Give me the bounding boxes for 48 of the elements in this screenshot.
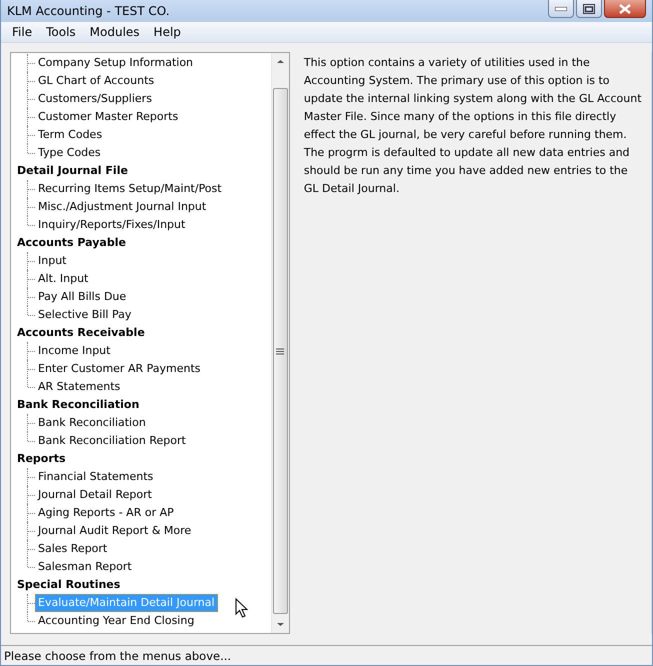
tree-item[interactable]: Financial Statements	[35, 468, 156, 486]
tree-item[interactable]: Recurring Items Setup/Maint/Post	[35, 180, 225, 198]
tree-item[interactable]: Inquiry/Reports/Fixes/Input	[35, 216, 188, 234]
tree-item[interactable]: Journal Detail Report	[35, 486, 155, 504]
tree-item[interactable]: Term Codes	[35, 126, 106, 144]
window-title: KLM Accounting - TEST CO.	[7, 4, 170, 18]
status-text: Please choose from the menus above...	[4, 648, 232, 662]
tree-item[interactable]: Aging Reports - AR or AP	[35, 504, 177, 522]
scroll-thumb[interactable]	[272, 88, 288, 614]
tree-group-label[interactable]: Special Routines	[11, 576, 271, 594]
tree-item[interactable]: Alt. Input	[35, 270, 92, 288]
maximize-button[interactable]	[576, 0, 602, 18]
maximize-icon	[583, 4, 595, 14]
tree-item[interactable]: GL Chart of Accounts	[35, 72, 158, 90]
description-text: This option contains a variety of utilities used in the Accounting System. The primary use of this option is to update the internal linking system along with the GL Account Master File. Since many of the options in this file directly effect the GL journal, be very careful before running them. The progrm is defaulted to update all new data entries and should be run any time you have added new entries to the GL Detail Journal.	[304, 55, 643, 197]
tree-group-label[interactable]: Accounts Receivable	[11, 324, 271, 342]
tree-item[interactable]: Input	[35, 252, 70, 270]
minimize-icon	[555, 6, 567, 10]
tree-item[interactable]: Selective Bill Pay	[35, 306, 134, 324]
tree-item[interactable]: Pay All Bills Due	[35, 288, 130, 306]
menu-item[interactable]: Tools	[39, 25, 83, 39]
minimize-button[interactable]	[548, 0, 574, 18]
grip-icon	[276, 348, 284, 354]
tree-group-label[interactable]: Bank Reconciliation	[11, 396, 271, 414]
scrollbar[interactable]	[270, 53, 289, 633]
menu-item[interactable]: Help	[146, 25, 188, 39]
tree-item[interactable]: Income Input	[35, 342, 114, 360]
tree-item[interactable]: Bank Reconciliation	[35, 414, 149, 432]
close-icon	[619, 4, 631, 14]
tree-item[interactable]: Company Setup Information	[35, 54, 196, 72]
menu-item[interactable]: File	[5, 25, 40, 39]
tree-item[interactable]: Salesman Report	[35, 558, 135, 576]
tree-group-label[interactable]: Detail Journal File	[11, 162, 271, 180]
tree-item[interactable]: Customers/Suppliers	[35, 90, 155, 108]
tree-item[interactable]: Misc./Adjustment Journal Input	[35, 198, 210, 216]
tree-item[interactable]: Type Codes	[35, 144, 104, 162]
mouse-pointer-icon	[235, 598, 249, 619]
tree-item[interactable]: Sales Report	[35, 540, 110, 558]
menu-item[interactable]: Modules	[82, 25, 147, 39]
tree-item[interactable]: AR Statements	[35, 378, 124, 396]
tree-item[interactable]: Customer Master Reports	[35, 108, 182, 126]
tree-item[interactable]: Bank Reconciliation Report	[35, 432, 189, 450]
tree-item[interactable]: Enter Customer AR Payments	[35, 360, 204, 378]
tree-group-label[interactable]: Accounts Payable	[11, 234, 271, 252]
tree-group-label[interactable]: Reports	[11, 450, 271, 468]
close-button[interactable]	[604, 0, 646, 18]
tree-item[interactable]: Journal Audit Report & More	[35, 522, 194, 540]
tree-item[interactable]: Accounting Year End Closing	[35, 612, 198, 630]
